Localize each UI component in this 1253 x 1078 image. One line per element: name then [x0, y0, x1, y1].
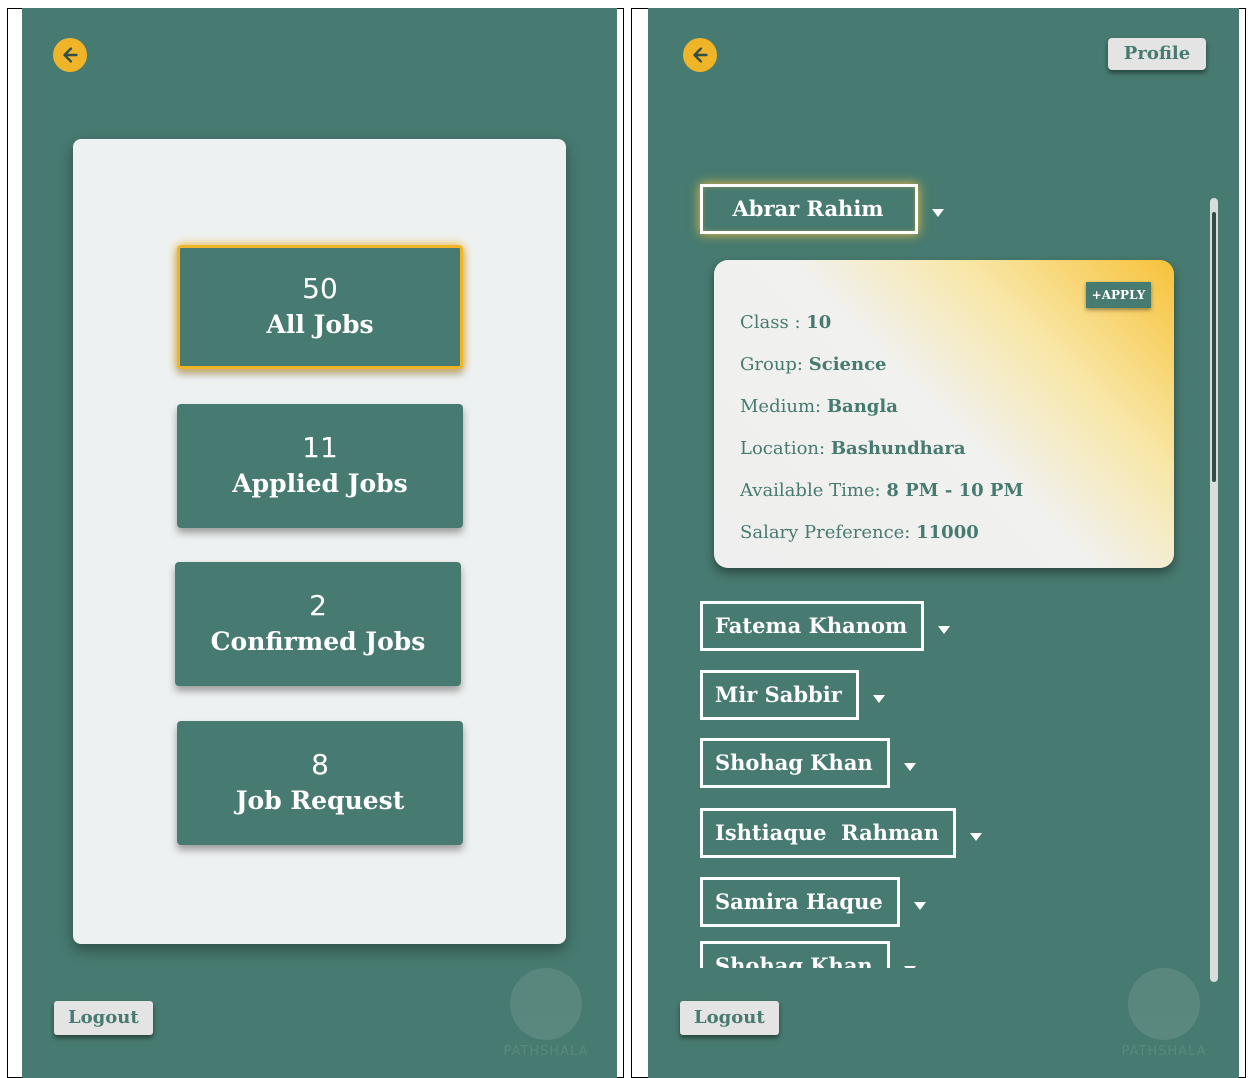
- all-jobs-label: All Jobs: [266, 310, 374, 339]
- caret-down-icon[interactable]: [872, 695, 885, 703]
- student-item[interactable]: Fatema Khanom: [700, 601, 951, 651]
- caret-down-icon[interactable]: [903, 966, 916, 968]
- detail-class: Class : 10: [740, 312, 832, 333]
- caret-down-icon[interactable]: [938, 626, 951, 634]
- back-button[interactable]: [683, 38, 717, 72]
- arrow-left-icon: [63, 47, 78, 63]
- confirmed-jobs-count: 2: [309, 589, 327, 622]
- student-item[interactable]: Samira Haque: [700, 877, 926, 927]
- student-item[interactable]: Ishtiaque Rahman: [700, 808, 983, 858]
- arrow-left-icon: [693, 47, 708, 63]
- job-request-tile[interactable]: 8 Job Request: [177, 721, 463, 845]
- student-name[interactable]: Ishtiaque Rahman: [700, 808, 957, 858]
- caret-down-icon[interactable]: [913, 902, 926, 910]
- detail-medium: Medium: Bangla: [740, 396, 898, 417]
- student-list-screen: Profile Abrar Rahim +APPLY Class : 10 Gr…: [648, 8, 1239, 1078]
- caret-down-icon[interactable]: [903, 763, 916, 771]
- caret-down-icon[interactable]: [932, 209, 944, 217]
- student-item-abrar-rahim[interactable]: Abrar Rahim: [700, 184, 944, 234]
- detail-group: Group: Science: [740, 354, 887, 375]
- back-button[interactable]: [53, 38, 87, 72]
- caret-down-icon[interactable]: [970, 833, 983, 841]
- dashboard-screen: 50 All Jobs 11 Applied Jobs 2 Confirmed …: [22, 8, 617, 1078]
- confirmed-jobs-tile[interactable]: 2 Confirmed Jobs: [175, 562, 461, 686]
- applied-jobs-label: Applied Jobs: [232, 469, 408, 498]
- all-jobs-tile[interactable]: 50 All Jobs: [177, 245, 463, 369]
- student-name[interactable]: Fatema Khanom: [700, 601, 925, 651]
- scrollbar[interactable]: [1210, 198, 1218, 982]
- detail-available-time: Available Time: 8 PM - 10 PM: [740, 480, 1024, 501]
- logout-button[interactable]: Logout: [680, 1001, 779, 1035]
- applied-jobs-tile[interactable]: 11 Applied Jobs: [177, 404, 463, 528]
- student-item[interactable]: Shohag Khan: [700, 738, 916, 788]
- student-name[interactable]: Mir Sabbir: [700, 670, 859, 720]
- student-name[interactable]: Abrar Rahim: [700, 184, 918, 234]
- app-logo-icon: PATHSHALA: [500, 968, 590, 1068]
- all-jobs-count: 50: [302, 272, 338, 305]
- job-request-count: 8: [311, 748, 329, 781]
- apply-button[interactable]: +APPLY: [1086, 282, 1151, 308]
- logout-button[interactable]: Logout: [54, 1001, 153, 1035]
- confirmed-jobs-label: Confirmed Jobs: [210, 627, 426, 656]
- profile-button[interactable]: Profile: [1108, 38, 1206, 70]
- detail-location: Location: Bashundhara: [740, 438, 966, 459]
- stats-card: 50 All Jobs 11 Applied Jobs 2 Confirmed …: [73, 139, 566, 944]
- student-name[interactable]: Shohag Khan: [700, 738, 890, 788]
- detail-salary-preference: Salary Preference: 11000: [740, 522, 979, 543]
- student-detail-card: +APPLY Class : 10 Group: Science Medium:…: [714, 260, 1174, 568]
- scrollbar-thumb[interactable]: [1212, 212, 1216, 482]
- app-logo-icon: PATHSHALA: [1118, 968, 1208, 1068]
- student-item[interactable]: Shohag Khan: [700, 941, 916, 968]
- student-name[interactable]: Shohag Khan: [700, 941, 890, 968]
- applied-jobs-count: 11: [302, 431, 338, 464]
- student-name[interactable]: Samira Haque: [700, 877, 900, 927]
- student-list[interactable]: Abrar Rahim +APPLY Class : 10 Group: Sci…: [648, 168, 1239, 968]
- job-request-label: Job Request: [235, 786, 405, 815]
- student-item[interactable]: Mir Sabbir: [700, 670, 885, 720]
